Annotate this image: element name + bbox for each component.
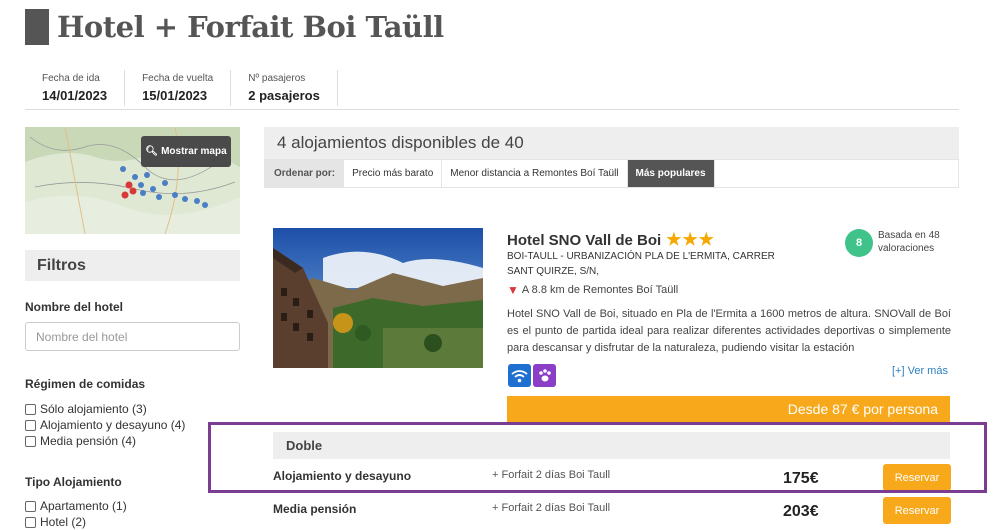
highlight-box [208,422,987,493]
hotel-description: Hotel SNO Vall de Boi, situado en Pla de… [507,308,951,354]
filters-title: Filtros [25,250,240,281]
departure-date-value: 14/01/2023 [42,88,108,103]
checkbox[interactable] [25,419,36,431]
type-filter-option[interactable]: Apartamento (1) [25,499,127,513]
trip-summary: Fecha de ida 14/01/2023 Fecha de vuelta … [25,70,959,110]
wifi-icon [508,364,531,387]
return-date-value: 15/01/2023 [142,88,208,103]
sort-bar: Ordenar por: Precio más barato Menor dis… [264,159,959,188]
type-option-label: Hotel (2) [40,515,87,529]
see-more-link[interactable]: [+] Ver más [892,365,948,377]
room-option-price: 203€ [783,503,819,520]
hotel-name-label: Nombre del hotel [25,300,124,314]
hotel-photo-image [273,228,483,368]
meal-option-label: Sólo alojamiento (3) [40,402,147,416]
sort-cheapest[interactable]: Precio más barato [344,160,443,187]
price-from-banner[interactable]: Desde 87 € por persona [507,396,950,422]
hotel-name-text[interactable]: Hotel SNO Vall de Boi [507,232,661,249]
departure-date-label: Fecha de ida [42,73,100,84]
checkbox[interactable] [25,435,36,447]
accommodation-type-label: Tipo Alojamiento [25,475,122,489]
page-header: Hotel + Forfait Boi Taüll [25,8,444,45]
hotel-name-input[interactable] [25,322,240,351]
location-pin-icon: ▼ [507,283,519,297]
meals-label: Régimen de comidas [25,377,146,391]
passenger-count-label: Nº pasajeros [248,73,306,84]
meal-filter-option[interactable]: Media pensión (4) [25,434,136,448]
hotel-photo[interactable] [273,228,483,368]
type-option-label: Apartamento (1) [40,499,127,513]
meal-option-label: Media pensión (4) [40,434,137,448]
rating-count: Basada en 48 valoraciones [878,230,940,254]
sort-popular[interactable]: Más populares [627,160,715,187]
rating-badge: 8 [845,229,873,257]
page-title: Hotel + Forfait Boi Taüll [57,9,444,44]
checkbox[interactable] [25,403,36,415]
meal-option-label: Alojamiento y desayuno (4) [40,418,186,432]
sort-distance[interactable]: Menor distancia a Remontes Boí Taüll [442,160,628,187]
zoom-icon: 🔍︎ [145,146,159,157]
hotel-distance-text: A 8.8 km de Remontes Boí Taüll [521,284,679,296]
show-map-button[interactable]: 🔍︎ Mostrar mapa [141,136,231,167]
hotel-name[interactable]: Hotel SNO Vall de Boi ★★★ [507,230,715,250]
results-summary: 4 alojamientos disponibles de 40 [264,127,959,159]
sort-label: Ordenar por: [265,160,345,187]
return-date-label: Fecha de vuelta [142,73,214,84]
star-rating-icon: ★★★ [666,230,715,249]
checkbox[interactable] [25,500,36,512]
room-option-extra: + Forfait 2 días Boi Taull [492,502,611,514]
map-preview[interactable]: 🔍︎ Mostrar mapa [25,127,240,234]
passenger-count-value: 2 pasajeros [248,88,320,103]
show-map-label: Mostrar mapa [161,146,227,157]
checkbox[interactable] [25,516,36,528]
meal-filter-option[interactable]: Alojamiento y desayuno (4) [25,418,185,432]
pets-icon [533,364,556,387]
room-option-regime: Media pensión [273,502,357,516]
return-date: Fecha de vuelta 15/01/2023 [125,70,232,106]
departure-date: Fecha de ida 14/01/2023 [25,70,126,106]
passenger-count: Nº pasajeros 2 pasajeros [231,70,338,106]
reserve-button[interactable]: Reservar [883,497,951,524]
meal-filter-option[interactable]: Sólo alojamiento (3) [25,402,147,416]
title-accent-block [25,8,49,45]
hotel-distance: ▼ A 8.8 km de Remontes Boí Taüll [507,283,678,297]
hotel-address: BOI-TAULL - URBANIZACIÓN PLA DE L'ERMITA… [507,251,775,277]
type-filter-option[interactable]: Hotel (2) [25,515,86,529]
